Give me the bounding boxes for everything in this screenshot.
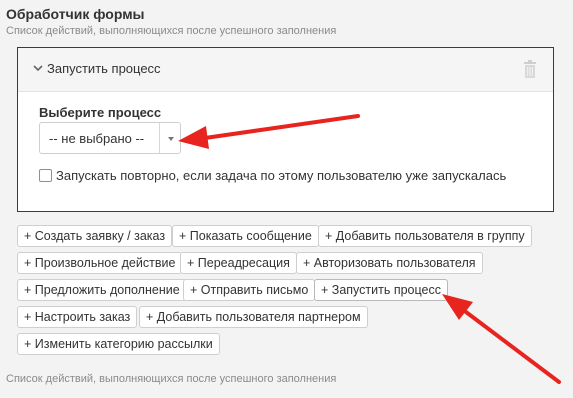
form-handler-title: Обработчик формы <box>6 6 145 22</box>
add-offer-addon-button[interactable]: + Предложить дополнение <box>17 279 187 301</box>
add-partner-user-button[interactable]: + Добавить пользователя партнером <box>139 306 368 328</box>
add-authorize-user-button[interactable]: + Авторизовать пользователя <box>296 252 483 274</box>
trash-icon[interactable] <box>523 60 537 78</box>
action-panel-start-process: Запустить процесс Выберите процесс -- не… <box>17 47 554 212</box>
repeat-launch-label: Запускать повторно, если задача по этому… <box>56 168 507 183</box>
add-start-process-button[interactable]: + Запустить процесс <box>314 279 448 301</box>
process-select[interactable]: -- не выбрано -- <box>39 122 181 154</box>
form-handler-footer-note: Список действий, выполняющихся после усп… <box>6 373 337 385</box>
add-redirect-button[interactable]: + Переадресация <box>180 252 297 274</box>
repeat-launch-checkbox[interactable] <box>39 169 52 182</box>
form-handler-subtitle: Список действий, выполняющихся после усп… <box>6 25 337 37</box>
add-custom-action-button[interactable]: + Произвольное действие <box>17 252 183 274</box>
add-create-order-button[interactable]: + Создать заявку / заказ <box>17 225 173 247</box>
annotation-arrow-to-start-process <box>442 294 561 384</box>
add-change-mailing-category-button[interactable]: + Изменить категорию рассылки <box>17 333 220 355</box>
chevron-down-icon[interactable] <box>33 62 43 74</box>
action-panel-title: Запустить процесс <box>47 61 161 76</box>
action-panel-header[interactable]: Запустить процесс <box>18 48 553 92</box>
process-select-label: Выберите процесс <box>39 105 162 120</box>
process-select-value: -- не выбрано -- <box>49 131 145 146</box>
add-send-email-button[interactable]: + Отправить письмо <box>183 279 316 301</box>
add-show-message-button[interactable]: + Показать сообщение <box>172 225 319 247</box>
select-divider <box>159 123 160 153</box>
add-user-to-group-button[interactable]: + Добавить пользователя в группу <box>318 225 532 247</box>
add-configure-order-button[interactable]: + Настроить заказ <box>17 306 138 328</box>
caret-down-icon[interactable] <box>168 137 174 141</box>
